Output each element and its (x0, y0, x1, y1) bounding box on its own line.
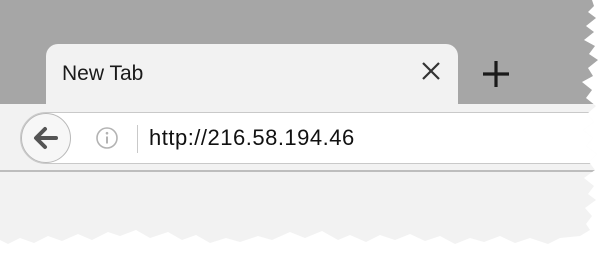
url-divider (137, 125, 138, 153)
page-content-area (0, 172, 598, 244)
tab-strip: New Tab (0, 0, 598, 104)
address-bar[interactable]: http://216.58.194.46 (20, 112, 598, 164)
back-arrow-icon[interactable] (21, 113, 71, 163)
tab-title: New Tab (62, 62, 144, 85)
close-icon[interactable] (418, 58, 444, 84)
info-icon[interactable] (95, 126, 119, 150)
navigation-bar: http://216.58.194.46 (0, 104, 598, 170)
tab-new-tab[interactable]: New Tab (46, 44, 458, 104)
url-text[interactable]: http://216.58.194.46 (149, 125, 355, 151)
browser-window: New Tab http://216.58.194.46 (0, 0, 598, 244)
plus-icon[interactable] (478, 56, 514, 92)
